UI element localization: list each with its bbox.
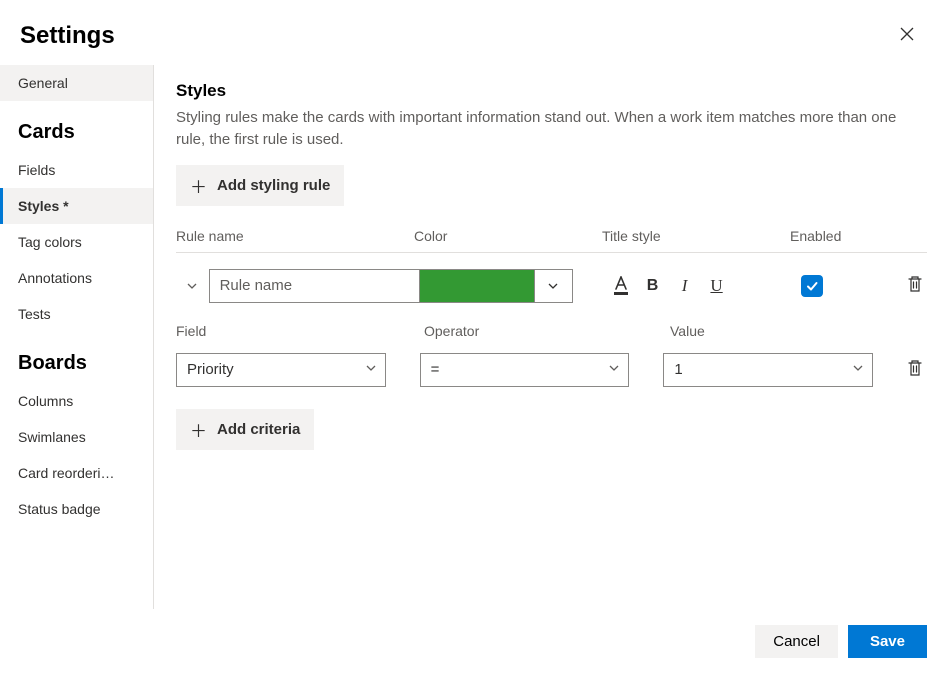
underline-button[interactable]: U [704, 272, 730, 300]
sidebar-item-styles[interactable]: Styles * [0, 188, 153, 224]
chevron-down-icon [852, 362, 864, 374]
italic-button[interactable]: I [672, 272, 698, 300]
text-color-icon [612, 276, 630, 296]
save-button[interactable]: Save [848, 625, 927, 658]
criteria-value-value: 1 [674, 361, 682, 378]
sidebar-item-tests[interactable]: Tests [0, 296, 153, 332]
delete-rule-button[interactable] [903, 271, 927, 300]
chevron-down-icon [365, 362, 377, 374]
criteria-header-operator: Operator [424, 323, 670, 339]
main-panel: Styles Styling rules make the cards with… [154, 65, 949, 609]
plus-icon: ＋ [190, 173, 207, 198]
rule-row: B I U [176, 253, 927, 317]
delete-criteria-button[interactable] [903, 355, 927, 384]
section-title: Styles [176, 81, 927, 101]
criteria-value-select[interactable]: 1 [663, 353, 873, 387]
criteria-operator-select[interactable]: = [420, 353, 630, 387]
add-criteria-label: Add criteria [217, 421, 300, 438]
sidebar-section-boards: Boards [0, 332, 153, 383]
add-styling-rule-button[interactable]: ＋ Add styling rule [176, 165, 344, 206]
plus-icon: ＋ [190, 417, 207, 442]
criteria-header-value: Value [670, 323, 890, 339]
chevron-down-icon [547, 280, 559, 292]
sidebar-item-fields[interactable]: Fields [0, 152, 153, 188]
sidebar-item-annotations[interactable]: Annotations [0, 260, 153, 296]
chevron-down-icon [608, 362, 620, 374]
expand-toggle[interactable] [176, 280, 209, 292]
close-icon [899, 26, 915, 42]
rule-name-input[interactable] [209, 269, 420, 303]
page-title: Settings [20, 22, 115, 50]
col-header-name: Rule name [176, 228, 414, 244]
trash-icon [907, 359, 923, 377]
sidebar-item-tag-colors[interactable]: Tag colors [0, 224, 153, 260]
sidebar-item-card-reordering[interactable]: Card reorderi… [0, 455, 153, 491]
dialog-footer: Cancel Save [733, 609, 949, 674]
col-header-title-style: Title style [602, 228, 790, 244]
col-header-enabled: Enabled [790, 228, 890, 244]
add-criteria-button[interactable]: ＋ Add criteria [176, 409, 314, 450]
sidebar-item-general[interactable]: General [0, 65, 153, 101]
section-description: Styling rules make the cards with import… [176, 107, 927, 151]
sidebar-item-swimlanes[interactable]: Swimlanes [0, 419, 153, 455]
col-header-color: Color [414, 228, 602, 244]
criteria-header-field: Field [176, 323, 424, 339]
criteria-operator-value: = [431, 361, 440, 378]
criteria-field-select[interactable]: Priority [176, 353, 386, 387]
settings-sidebar: General Cards Fields Styles * Tag colors… [0, 65, 154, 609]
criteria-row: Priority = 1 [176, 353, 927, 387]
title-color-button[interactable] [608, 272, 634, 300]
trash-icon [907, 275, 923, 293]
sidebar-section-cards: Cards [0, 101, 153, 152]
color-dropdown[interactable] [535, 269, 573, 303]
check-icon [805, 279, 819, 293]
add-rule-label: Add styling rule [217, 177, 330, 194]
sidebar-item-columns[interactable]: Columns [0, 383, 153, 419]
enabled-checkbox[interactable] [801, 275, 823, 297]
bold-button[interactable]: B [640, 272, 666, 300]
cancel-button[interactable]: Cancel [755, 625, 838, 658]
chevron-down-icon [186, 280, 198, 292]
close-button[interactable] [893, 20, 921, 51]
sidebar-item-status-badge[interactable]: Status badge [0, 491, 153, 527]
criteria-field-value: Priority [187, 361, 234, 378]
color-swatch[interactable] [420, 269, 535, 303]
